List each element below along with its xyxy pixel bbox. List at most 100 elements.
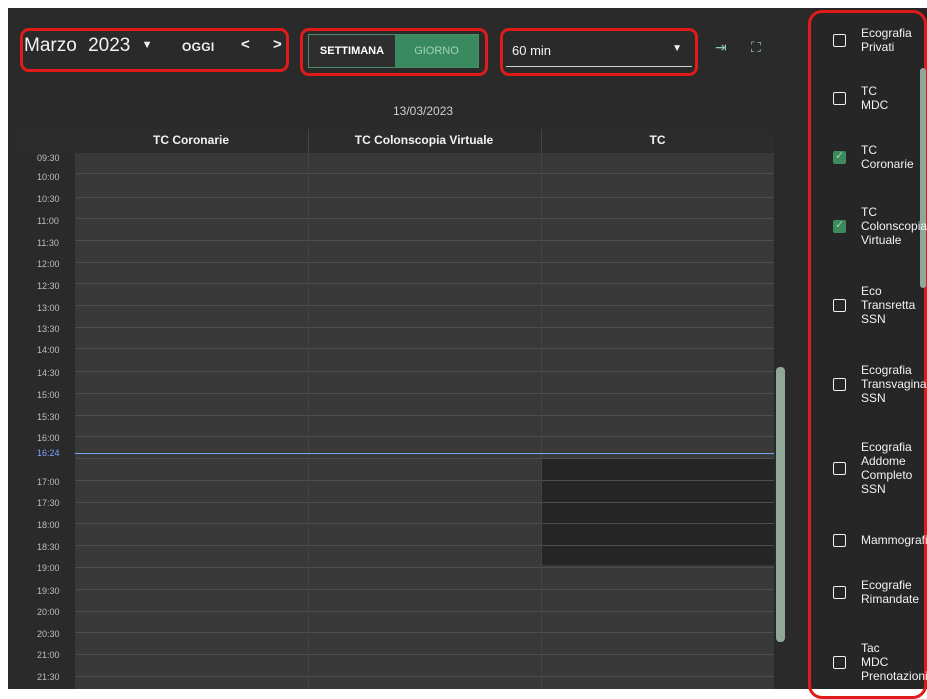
caret-down-icon: ▼ [141, 39, 153, 51]
resource-label: Eco Transretta SSN [861, 284, 916, 326]
export-icon[interactable]: ⇥ [715, 39, 727, 56]
current-time-line [75, 453, 774, 454]
time-label: 09:30 [37, 153, 60, 163]
time-label: 11:30 [37, 238, 59, 248]
time-label: 14:30 [37, 368, 60, 378]
time-gridline [75, 393, 774, 394]
time-gridline [75, 567, 774, 568]
column-divider [541, 129, 542, 689]
resource-item[interactable]: TC MDC [833, 84, 927, 112]
time-label: 21:00 [37, 650, 60, 660]
grid-scrollbar[interactable] [776, 367, 785, 642]
resource-item[interactable]: Tac MDC Prenotazioni [833, 641, 927, 683]
time-label: 15:00 [37, 390, 60, 400]
year-label: 2023 [88, 35, 131, 56]
time-label: 12:30 [37, 281, 60, 291]
fullscreen-icon[interactable]: ⛶ [751, 39, 761, 56]
time-label: 18:00 [37, 520, 60, 530]
time-gridline [75, 654, 774, 655]
resource-label: Ecografie Rimandate [861, 578, 920, 606]
column-divider [308, 129, 309, 689]
resource-item[interactable]: TC Coronarie [833, 143, 927, 171]
time-gridline [75, 197, 774, 198]
dropdown-arrow-icon: ▼ [672, 43, 682, 54]
time-label: 10:00 [37, 172, 60, 182]
month-label: Marzo [24, 35, 77, 56]
time-label: 10:30 [37, 194, 60, 204]
resource-item[interactable]: Ecografia Privati [833, 26, 927, 54]
time-gridline [75, 327, 774, 328]
resource-label: Mammografia [861, 533, 927, 547]
time-label: 20:30 [37, 629, 60, 639]
time-gridline [75, 676, 774, 677]
time-label: 15:30 [37, 412, 60, 422]
time-gridline [75, 371, 774, 372]
time-label: 21:30 [37, 672, 60, 682]
month-year-selector[interactable]: Marzo 2023 ▼ [24, 35, 153, 57]
time-label: 11:00 [37, 216, 59, 226]
time-gridline [75, 436, 774, 437]
column-header: TC Coronarie [152, 133, 229, 147]
time-gridline [75, 523, 774, 524]
resource-label: Ecografia Addome Completo SSN [861, 440, 913, 496]
prev-button[interactable]: < [241, 36, 250, 53]
time-label: 12:00 [37, 259, 60, 269]
resource-label: TC Colonscopia Virtuale [861, 205, 927, 247]
calendar-grid[interactable] [75, 153, 774, 689]
time-label: 17:00 [37, 477, 60, 487]
time-gridline [75, 545, 774, 546]
view-week-button[interactable]: SETTIMANA [309, 35, 395, 67]
resource-item[interactable]: Mammografia [833, 533, 927, 547]
time-gridline [75, 502, 774, 503]
resource-label: Tac MDC Prenotazioni [861, 641, 927, 683]
time-gridline [75, 611, 774, 612]
time-label: 18:30 [37, 542, 60, 552]
time-label: 19:00 [37, 563, 60, 573]
time-label: 19:30 [37, 586, 60, 596]
column-header-row: TC Coronarie TC Colonscopia Virtuale TC [16, 129, 774, 153]
resource-checkbox[interactable] [833, 33, 846, 47]
time-gridline [75, 240, 774, 241]
resource-item[interactable]: Ecografia Transvaginale SSN [833, 363, 927, 405]
time-gridline [75, 348, 774, 349]
time-gridline [75, 458, 774, 459]
unavailable-block [542, 458, 774, 565]
column-header: TC [649, 133, 666, 147]
time-gridline [75, 632, 774, 633]
today-button[interactable]: OGGI [182, 40, 215, 54]
resource-checkbox[interactable] [833, 91, 846, 105]
resource-checkbox[interactable] [833, 298, 846, 312]
view-toggle: SETTIMANA GIORNO [308, 34, 479, 68]
resource-checkbox[interactable] [833, 655, 846, 669]
resource-label: Ecografia Privati [861, 26, 912, 54]
time-gridline [75, 305, 774, 306]
resource-item[interactable]: Ecografie Rimandate [833, 578, 927, 606]
resource-checkbox[interactable] [833, 149, 846, 164]
resource-checkbox[interactable] [833, 461, 846, 475]
next-button[interactable]: > [273, 36, 282, 53]
time-label: 13:00 [37, 303, 60, 313]
resource-label: Ecografia Transvaginale SSN [861, 363, 927, 405]
time-gridline [75, 173, 774, 174]
resource-item[interactable]: TC Colonscopia Virtuale [833, 205, 927, 247]
column-header: TC Colonscopia Virtuale [354, 133, 494, 147]
time-label: 20:00 [37, 607, 60, 617]
current-date: 13/03/2023 [393, 104, 454, 118]
time-gridline [75, 262, 774, 263]
time-gridline [75, 415, 774, 416]
time-label: 17:30 [37, 498, 60, 508]
resource-checkbox[interactable] [833, 585, 846, 599]
time-gridline [75, 218, 774, 219]
view-day-button[interactable]: GIORNO [395, 35, 478, 67]
time-gridline [75, 589, 774, 590]
resource-checkbox[interactable] [833, 218, 846, 233]
resource-checkbox[interactable] [833, 377, 846, 391]
resource-item[interactable]: Ecografia Addome Completo SSN [833, 440, 927, 496]
time-label: 14:00 [37, 345, 60, 355]
resource-item[interactable]: Eco Transretta SSN [833, 284, 927, 326]
slot-duration-select[interactable]: 60 min ▼ [506, 34, 692, 67]
time-gridline [75, 283, 774, 284]
time-label: 13:30 [37, 324, 60, 334]
resource-label: TC Coronarie [861, 143, 914, 171]
resource-checkbox[interactable] [833, 533, 846, 547]
